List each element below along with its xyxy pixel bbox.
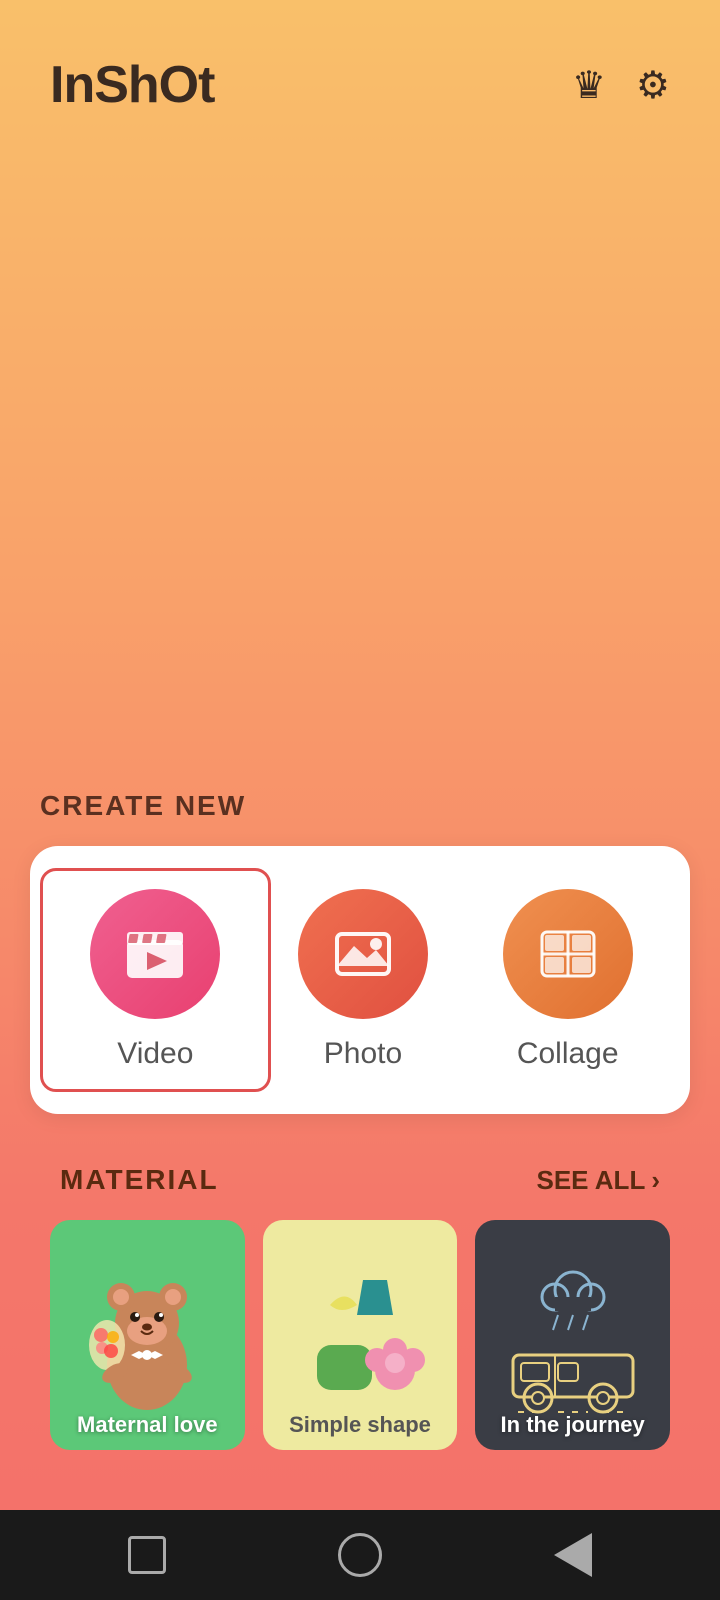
create-video-item[interactable]: Video xyxy=(40,868,271,1092)
nav-bar xyxy=(0,1510,720,1600)
photo-circle xyxy=(298,889,428,1019)
create-collage-item[interactable]: Collage xyxy=(465,889,670,1071)
create-new-card: Video Photo xyxy=(30,846,690,1114)
header: InShOt ♛ ⚙ xyxy=(0,0,720,145)
collage-circle xyxy=(503,889,633,1019)
material-card-simple-shape[interactable]: Simple shape xyxy=(263,1220,458,1450)
chevron-right-icon: › xyxy=(651,1165,660,1196)
simple-shape-art xyxy=(295,1260,425,1410)
bottom-panel: CREATE NEW xyxy=(0,790,720,1510)
header-icons: ♛ ⚙ xyxy=(572,63,670,108)
collage-label: Collage xyxy=(517,1037,619,1071)
simple-shape-label: Simple shape xyxy=(263,1412,458,1438)
maternal-love-art xyxy=(77,1255,217,1415)
create-new-label: CREATE NEW xyxy=(30,790,690,822)
crown-icon[interactable]: ♛ xyxy=(572,63,606,108)
nav-home-button[interactable] xyxy=(330,1525,390,1585)
material-card-in-the-journey[interactable]: In the journey xyxy=(475,1220,670,1450)
app: InShOt ♛ ⚙ CREATE NEW xyxy=(0,0,720,1600)
journey-art xyxy=(503,1255,643,1415)
hero-area xyxy=(0,145,720,790)
app-logo: InShOt xyxy=(50,55,214,115)
nav-back-button[interactable] xyxy=(543,1525,603,1585)
photo-icon xyxy=(332,926,394,982)
see-all-button[interactable]: SEE ALL › xyxy=(537,1165,661,1196)
settings-icon[interactable]: ⚙ xyxy=(636,63,670,108)
see-all-text: SEE ALL xyxy=(537,1165,646,1196)
video-label: Video xyxy=(117,1037,193,1071)
material-grid: Maternal love xyxy=(50,1220,670,1450)
material-card-maternal-love[interactable]: Maternal love xyxy=(50,1220,245,1450)
nav-square-button[interactable] xyxy=(117,1525,177,1585)
main-content: InShOt ♛ ⚙ CREATE NEW xyxy=(0,0,720,1510)
triangle-back-icon xyxy=(554,1533,592,1577)
video-circle xyxy=(90,889,220,1019)
material-section: MATERIAL SEE ALL › xyxy=(30,1164,690,1480)
material-label: MATERIAL xyxy=(60,1164,219,1196)
create-photo-item[interactable]: Photo xyxy=(261,889,466,1071)
circle-icon xyxy=(338,1533,382,1577)
square-icon xyxy=(128,1536,166,1574)
video-icon xyxy=(123,926,187,982)
photo-label: Photo xyxy=(324,1037,402,1071)
collage-icon xyxy=(537,926,599,982)
material-header: MATERIAL SEE ALL › xyxy=(50,1164,670,1196)
maternal-love-label: Maternal love xyxy=(50,1412,245,1438)
in-the-journey-label: In the journey xyxy=(475,1412,670,1438)
